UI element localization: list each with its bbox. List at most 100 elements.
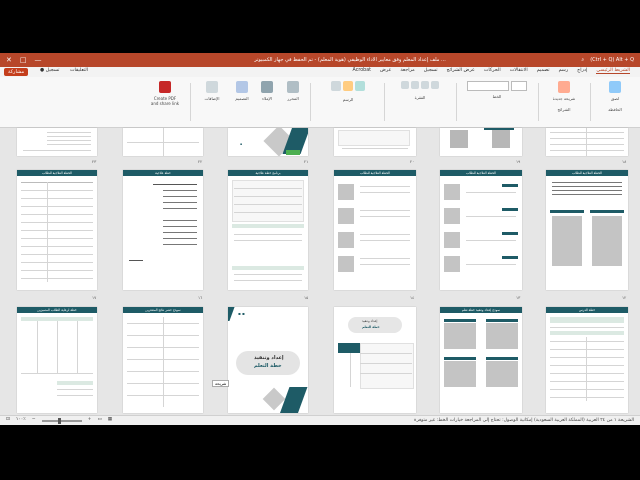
addins-button[interactable]: الإضافات xyxy=(200,81,224,123)
minimize-icon[interactable]: — xyxy=(35,56,42,64)
slide-thumbnail[interactable]: خطة علاجية xyxy=(123,170,203,290)
slide-number: ١٤ xyxy=(410,295,415,300)
new-slide-button[interactable]: شريحة جديدة الشرائح xyxy=(544,81,584,123)
designer-icon xyxy=(236,81,248,93)
slide-thumbnail[interactable]: إعداد وتنفيذ خطة التعلم xyxy=(334,307,416,413)
tab-slideshow[interactable]: عرض الشرائح xyxy=(447,68,475,74)
new-slide-label: شريحة جديدة xyxy=(552,96,576,101)
slide-header: الخطة العلاجية للطلاب xyxy=(546,170,628,176)
create-pdf-button[interactable]: Create PDF and share link xyxy=(150,81,180,123)
menu-bar: مشاركة ● تسجيل التعليقات الشريط الرئيسي … xyxy=(0,67,640,77)
fit-icon[interactable]: ⊡ xyxy=(6,417,10,422)
slide-number: ١٦ xyxy=(198,295,203,300)
share-button[interactable]: مشاركة xyxy=(4,68,29,76)
slide-thumbnail[interactable]: الخطة العلاجية للطلاب xyxy=(17,170,97,290)
record-button[interactable]: ● تسجيل xyxy=(40,68,60,73)
editor-button[interactable]: المحرر xyxy=(282,81,304,123)
cover-title-1: إعداد وتنفيذ xyxy=(254,355,284,361)
editor-icon xyxy=(287,81,299,93)
tab-acrobat[interactable]: Acrobat xyxy=(353,68,372,74)
paragraph-group[interactable]: الفقرة xyxy=(390,81,450,123)
close-icon[interactable]: ✕ xyxy=(6,56,12,64)
font-size-box[interactable] xyxy=(511,81,527,91)
slide-thumbnail[interactable]: ▪ xyxy=(228,128,308,156)
drawing-label: الرسم xyxy=(342,97,354,102)
tab-insert[interactable]: إدراج xyxy=(577,68,587,74)
slide-thumbnail[interactable] xyxy=(334,128,416,156)
tab-animations[interactable]: الحركات xyxy=(484,68,501,74)
slide-number: ١٩ xyxy=(516,159,521,164)
slide-thumbnail[interactable]: الخطة العلاجية للطلاب xyxy=(334,170,416,290)
dictate-button[interactable]: الإملاء xyxy=(256,81,278,123)
slide-thumbnail[interactable]: ▪ ▪ إعداد وتنفيذ خطة التعلم xyxy=(228,307,308,413)
slide-number: ١٢ xyxy=(622,295,627,300)
slide-thumbnail[interactable]: نموذج حصر نتائج المتعثرين xyxy=(123,307,203,413)
paste-button[interactable]: لصق الحافظة xyxy=(598,81,632,123)
addins-icon xyxy=(206,81,218,93)
zoom-in-icon[interactable]: + xyxy=(88,417,92,422)
shapes-icon xyxy=(331,81,341,91)
align-center-icon xyxy=(431,81,439,89)
bullets-icon xyxy=(401,81,409,89)
tab-review[interactable]: مراجعة xyxy=(400,68,414,74)
addins-label: الإضافات xyxy=(204,96,220,101)
tab-design[interactable]: تصميم xyxy=(537,68,550,74)
search-shortcut: (Ctrl + Q) Alt + Q xyxy=(590,57,634,63)
slide-thumbnail[interactable]: الخطة العلاجية للطلاب xyxy=(440,170,522,290)
paragraph-label: الفقرة xyxy=(414,95,426,100)
drawing-group[interactable]: الرسم xyxy=(318,81,378,123)
slide-header: نموذج إعداد وتنفيذ خطة تعلم xyxy=(440,307,522,313)
slide-header: نموذج حصر نتائج المتعثرين xyxy=(123,307,203,313)
slide-thumbnail[interactable]: برنامج خطة علاجية xyxy=(228,170,308,290)
maximize-icon[interactable]: □ xyxy=(20,56,27,64)
record-label: تسجيل xyxy=(45,68,60,73)
search-icon: ⌕ xyxy=(581,57,585,63)
slide-thumbnail[interactable]: الخطة العلاجية للطلاب xyxy=(546,170,628,290)
slide-thumbnail[interactable] xyxy=(546,128,628,156)
document-title: ملف إعداد المعلم وفق معايير الأداء الوظي… xyxy=(254,57,446,63)
slide-header: الخطة العلاجية للطلاب xyxy=(440,170,522,176)
tab-view[interactable]: عرض xyxy=(380,68,391,74)
slide-thumbnail[interactable]: خطة لرعاية الطلاب المتميزين xyxy=(17,307,97,413)
slide-header: برنامج خطة علاجية xyxy=(228,170,308,176)
slide-header: خطة الدرس xyxy=(546,307,628,313)
font-label: الخط xyxy=(492,94,502,99)
slide-header: خطة لرعاية الطلاب المتميزين xyxy=(17,307,97,313)
create-pdf-label: Create PDF and share link xyxy=(150,96,180,106)
font-name-box[interactable] xyxy=(467,81,509,91)
quick-styles-icon xyxy=(355,81,365,91)
title-bar: ✕ □ — ملف إعداد المعلم وفق معايير الأداء… xyxy=(0,53,640,67)
slide-number: ٢٠ xyxy=(410,159,415,164)
status-text: الشريحة ١ من ٢٤ العربية (المملكة العربية… xyxy=(414,418,634,423)
slide-header: خطة علاجية xyxy=(123,170,203,176)
cover-title-2: خطة التعلم xyxy=(254,363,282,369)
tab-draw[interactable]: رسم xyxy=(559,68,569,74)
slide-thumbnail[interactable]: نموذج إعداد وتنفيذ خطة تعلم xyxy=(440,307,522,413)
slide-thumbnail[interactable] xyxy=(17,128,97,156)
zoom-slider[interactable] xyxy=(41,417,82,424)
window-controls: ✕ □ — xyxy=(6,56,42,64)
designer-button[interactable]: التصميم xyxy=(230,81,254,123)
zoom-level[interactable]: ١٠٠٪ xyxy=(16,417,26,422)
tab-transitions[interactable]: الانتقالات xyxy=(510,68,528,74)
align-right-icon xyxy=(421,81,429,89)
slide-thumbnail[interactable] xyxy=(123,128,203,156)
slide-thumbnail[interactable]: خطة الدرس xyxy=(546,307,628,413)
slide-thumbnail[interactable] xyxy=(440,128,522,156)
zoom-controls: ⊡ ١٠٠٪ − + ▭ ▦ xyxy=(6,417,112,424)
pdf-icon xyxy=(159,81,171,93)
ribbon-tabs: الشريط الرئيسي إدراج رسم تصميم الانتقالا… xyxy=(353,68,630,74)
new-slide-icon xyxy=(558,81,570,93)
slide-tooltip: شريحة xyxy=(212,380,230,387)
slide-sorter-icon[interactable]: ▦ xyxy=(108,417,112,422)
ribbon: Create PDF and share link الإضافات التصم… xyxy=(0,77,640,128)
search-hint[interactable]: ⌕ (Ctrl + Q) Alt + Q xyxy=(581,57,634,63)
normal-view-icon[interactable]: ▭ xyxy=(97,417,101,422)
slide-header: الخطة العلاجية للطلاب xyxy=(334,170,416,176)
font-group[interactable]: الخط xyxy=(462,81,532,123)
tab-record[interactable]: تسجيل xyxy=(424,68,438,74)
zoom-out-icon[interactable]: − xyxy=(32,417,36,422)
tab-home[interactable]: الشريط الرئيسي xyxy=(596,68,630,74)
comments-button[interactable]: التعليقات xyxy=(70,68,88,73)
status-bar: ⊡ ١٠٠٪ − + ▭ ▦ الشريحة ١ من ٢٤ العربية (… xyxy=(0,415,640,425)
